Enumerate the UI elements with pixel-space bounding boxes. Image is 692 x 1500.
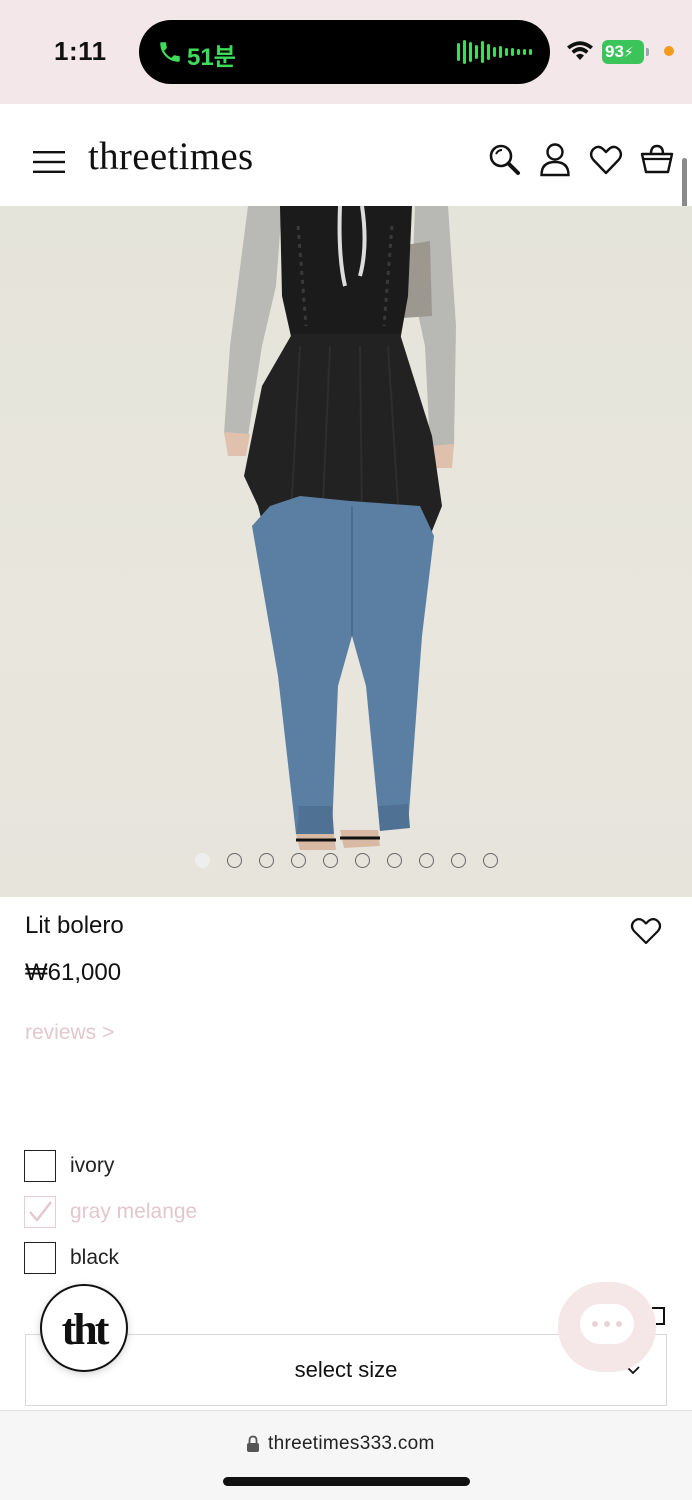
site-header: threetimes (0, 104, 692, 206)
add-to-wishlist-icon[interactable] (630, 916, 662, 946)
carousel-dot[interactable] (450, 853, 466, 868)
carousel-dot[interactable] (354, 853, 370, 868)
carousel-dot[interactable] (418, 853, 434, 868)
battery-indicator: 93⚡ (602, 40, 644, 64)
size-select-label: select size (294, 1357, 398, 1382)
brand-badge[interactable]: tht (40, 1284, 128, 1372)
carousel-dot[interactable] (290, 853, 306, 868)
mic-indicator-dot (664, 46, 674, 56)
carousel-dot[interactable] (386, 853, 402, 868)
checkbox-checked[interactable] (24, 1196, 56, 1228)
url-text[interactable]: threetimes333.com (268, 1433, 435, 1455)
product-price: ₩61,000 (25, 959, 122, 986)
color-option-ivory[interactable]: ivory (24, 1143, 197, 1189)
home-indicator[interactable] (223, 1477, 470, 1486)
carousel-dot[interactable] (226, 853, 242, 868)
brand-logo[interactable]: threetimes (88, 134, 253, 179)
dynamic-island-call[interactable]: 51분 (139, 20, 550, 84)
search-icon[interactable] (487, 142, 521, 178)
color-option-gray-melange[interactable]: gray melange (24, 1189, 197, 1235)
checkmark-icon (29, 1201, 52, 1222)
chat-button[interactable] (558, 1282, 656, 1372)
carousel-dot[interactable] (322, 853, 338, 868)
wishlist-icon[interactable] (589, 142, 623, 178)
chat-icon (580, 1304, 634, 1344)
call-duration: 51분 (187, 44, 236, 71)
carousel-pagination (0, 853, 692, 868)
color-option-label: ivory (70, 1154, 115, 1177)
account-icon[interactable] (538, 142, 572, 178)
color-options: ivory gray melange black (24, 1143, 197, 1281)
color-option-label: gray melange (70, 1200, 198, 1223)
battery-level: 93 (605, 42, 624, 61)
battery-cap (646, 48, 649, 56)
model-photo (224, 206, 456, 850)
checkbox[interactable] (24, 1242, 56, 1274)
wifi-icon (567, 41, 593, 60)
lock-icon (247, 1435, 259, 1452)
status-time: 1:11 (54, 36, 107, 66)
browser-address-bar[interactable]: threetimes333.com (0, 1410, 692, 1500)
carousel-dot[interactable] (482, 853, 498, 868)
brand-badge-text: tht (61, 1305, 110, 1354)
cart-icon[interactable] (640, 142, 674, 178)
carousel-dot[interactable] (258, 853, 274, 868)
audio-waveform-icon (457, 40, 532, 64)
phone-icon (160, 42, 180, 62)
checkbox[interactable] (24, 1150, 56, 1182)
product-image-carousel[interactable] (0, 206, 692, 897)
product-name: Lit bolero (25, 912, 124, 939)
carousel-dot[interactable] (194, 853, 210, 868)
menu-icon[interactable] (33, 150, 65, 174)
color-option-black[interactable]: black (24, 1235, 197, 1281)
color-option-label: black (70, 1246, 120, 1269)
reviews-link[interactable]: reviews > (25, 1021, 114, 1045)
status-bar: 1:11 51분 93⚡ (0, 0, 692, 104)
